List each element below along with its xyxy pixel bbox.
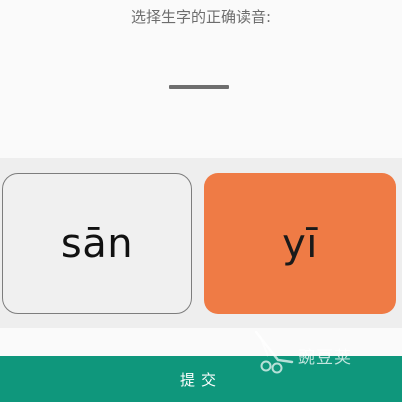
submit-button[interactable]: 提交	[0, 356, 402, 402]
character-placeholder	[169, 85, 229, 89]
option-yi-button[interactable]: yī	[204, 173, 396, 314]
question-prompt: 选择生字的正确读音:	[130, 8, 272, 26]
option-label: sān	[60, 220, 134, 267]
submit-label: 提交	[179, 370, 222, 389]
quiz-screen: 选择生字的正确读音: sān yī 提交 豌豆荚	[0, 0, 402, 402]
option-label: yī	[282, 220, 318, 267]
option-san-button[interactable]: sān	[2, 173, 192, 314]
